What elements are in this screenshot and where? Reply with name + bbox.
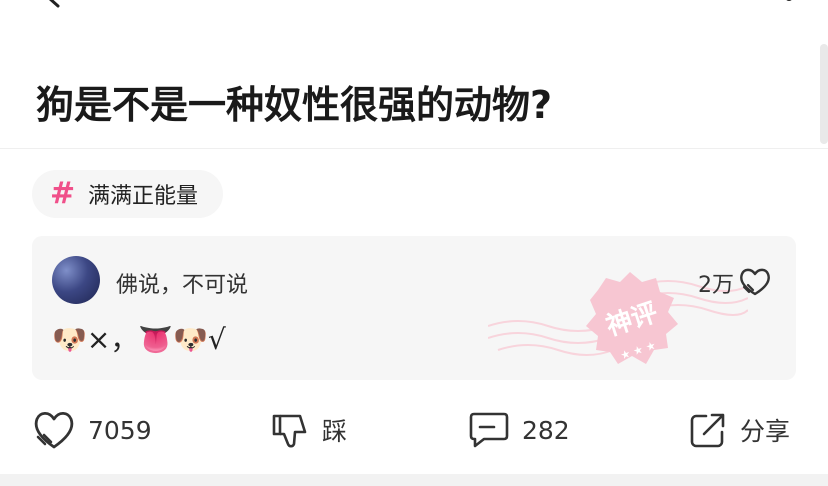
share-button[interactable]: 分享 [688, 404, 790, 456]
share-label: 分享 [740, 417, 791, 446]
heart-like-icon [34, 411, 74, 449]
more-options-icon[interactable] [780, 0, 798, 4]
topic-label: 满满正能量 [88, 184, 199, 209]
avatar[interactable] [52, 256, 100, 304]
top-comment-card[interactable]: 神评 ★ ★ ★ 佛说，不可说 2万 🐶×，👅🐶√ [32, 236, 796, 380]
top-navigation-bar [0, 0, 828, 40]
hashtag-icon: # [50, 176, 76, 211]
scrollbar[interactable] [820, 44, 828, 144]
bottom-separator [0, 474, 828, 486]
action-bar: 7059 踩 282 分享 [0, 398, 828, 462]
comment-button[interactable]: 282 [468, 404, 570, 456]
divider [0, 148, 828, 149]
like-button[interactable]: 7059 [32, 404, 152, 456]
like-count: 7059 [88, 415, 152, 445]
dislike-label: 踩 [322, 417, 348, 446]
dislike-button[interactable]: 踩 [270, 404, 347, 456]
back-arrow-icon[interactable] [42, 0, 66, 10]
comment-content: 🐶×，👅🐶√ [52, 323, 226, 356]
share-icon [690, 413, 725, 448]
comment-username[interactable]: 佛说，不可说 [116, 267, 248, 299]
comment-like-count: 2万 [698, 273, 734, 298]
heart-like-icon[interactable] [738, 266, 772, 298]
topic-tag[interactable]: # 满满正能量 [32, 170, 223, 218]
thumbs-down-icon [272, 414, 307, 448]
comment-icon [469, 412, 509, 448]
comment-count: 282 [522, 415, 570, 445]
question-title[interactable]: 狗是不是一种奴性很强的动物? [36, 80, 796, 130]
